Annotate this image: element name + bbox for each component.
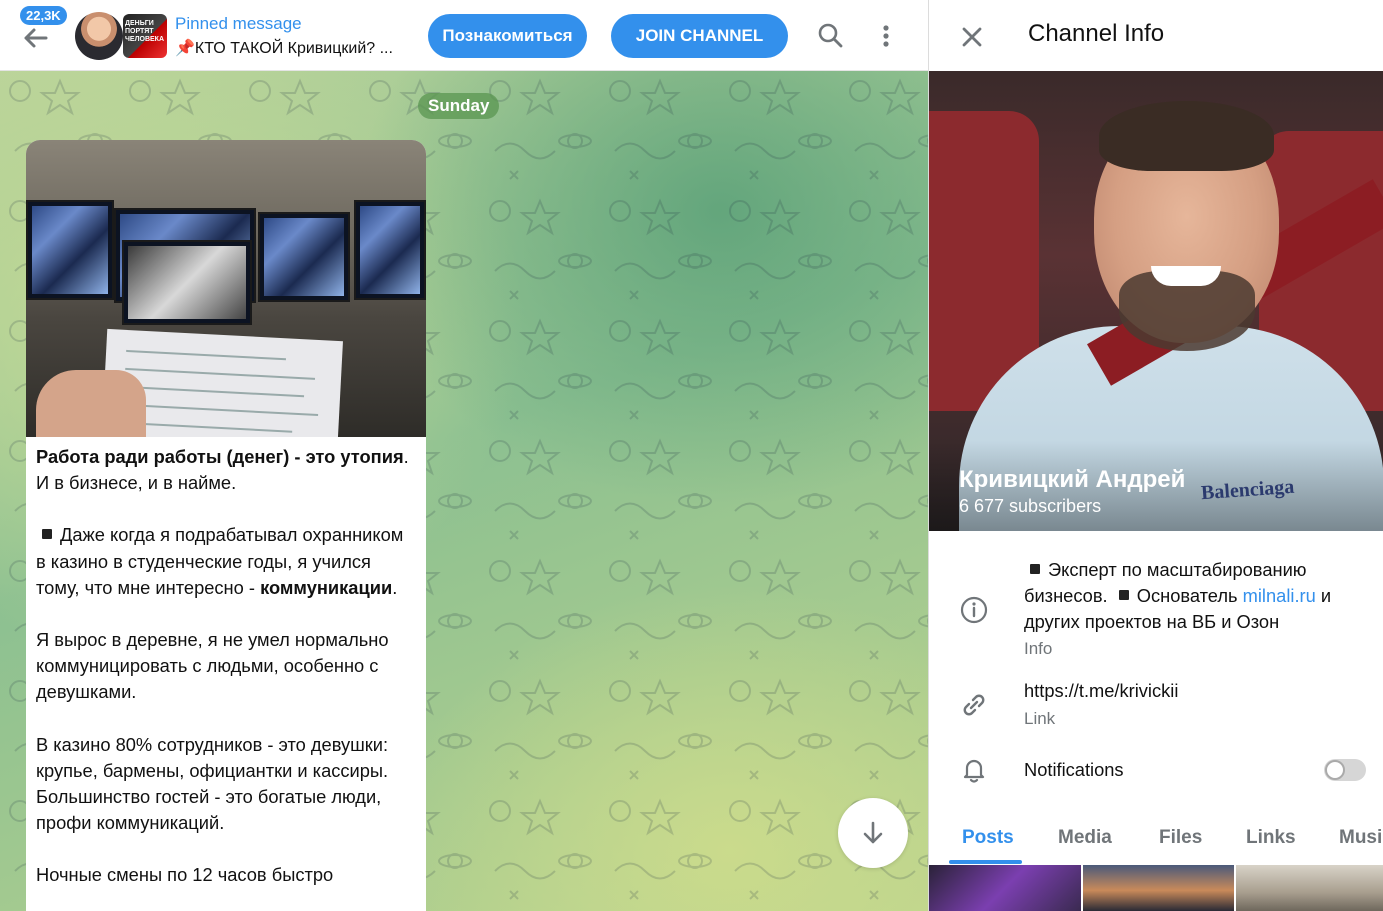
date-separator: Sunday: [418, 93, 500, 119]
chat-header: 22,3K ДЕНЬГИ ПОРТЯТ ЧЕЛОВЕКА Pinned mess…: [0, 0, 928, 71]
chat-area: 22,3K ДЕНЬГИ ПОРТЯТ ЧЕЛОВЕКА Pinned mess…: [0, 0, 928, 911]
post-thumbnail[interactable]: [1236, 865, 1383, 911]
scroll-to-bottom-button[interactable]: [838, 798, 908, 868]
notifications-row[interactable]: Notifications: [929, 752, 1383, 792]
post-paragraph: В казино 80% сотрудников - это девушки: …: [36, 733, 389, 834]
post-thumbnails: [929, 865, 1383, 911]
channel-link[interactable]: https://t.me/krivickii: [1024, 678, 1369, 704]
description-line: Основатель: [1136, 585, 1243, 606]
active-tab-indicator: [949, 860, 1022, 864]
post-text-span: .: [392, 576, 398, 598]
info-row[interactable]: Эксперт по масштабированию бизнесов. Осн…: [929, 555, 1383, 665]
info-icon: [960, 596, 988, 624]
post-text: Работа ради работы (денег) - это утопия.…: [26, 437, 426, 889]
unread-badge: 22,3K: [20, 6, 67, 25]
more-vertical-icon: [883, 25, 889, 47]
black-square-icon: [1030, 564, 1040, 574]
photo-hand: [36, 370, 146, 437]
info-caption: Info: [1024, 639, 1053, 658]
tab-music[interactable]: Music: [1339, 827, 1383, 849]
pinned-title[interactable]: Pinned message: [175, 14, 302, 34]
link-caption: Link: [1024, 709, 1056, 728]
post-paragraph: Работа ради работы (денег) - это утопия.…: [36, 444, 416, 496]
notifications-toggle[interactable]: [1324, 759, 1366, 781]
black-square-icon: [1118, 590, 1129, 600]
media-tabs: Posts Media Files Links Music: [929, 815, 1383, 865]
black-square-icon: [42, 529, 52, 540]
website-link[interactable]: milnali.ru: [1243, 585, 1316, 606]
panel-title: Channel Info: [1028, 20, 1165, 47]
pinned-thumbnail-text: ДЕНЬГИ ПОРТЯТ ЧЕЛОВЕКА: [125, 20, 164, 43]
photo-monitor: [354, 200, 426, 300]
meet-button[interactable]: Познакомиться: [428, 14, 587, 58]
post-paragraph: Даже когда я подрабатывал охранником в к…: [36, 522, 416, 601]
close-button[interactable]: [957, 22, 987, 52]
tab-media[interactable]: Media: [1058, 827, 1112, 849]
post-paragraph: Ночные смены по 12 часов быстро: [36, 864, 334, 886]
link-icon: [963, 694, 985, 716]
post-thumbnail[interactable]: [929, 865, 1081, 911]
post-bold-text: коммуникации: [260, 576, 393, 598]
post-photo[interactable]: [26, 140, 426, 437]
link-row[interactable]: https://t.me/krivickii Link: [929, 676, 1383, 736]
back-arrow-icon: [24, 28, 48, 48]
arrow-down-icon: [863, 821, 883, 844]
channel-name: Кривицкий Андрей: [959, 466, 1186, 493]
pinned-thumbnail[interactable]: ДЕНЬГИ ПОРТЯТ ЧЕЛОВЕКА: [123, 14, 167, 58]
cover-hair: [1099, 101, 1274, 171]
channel-avatar[interactable]: [75, 12, 123, 60]
close-icon: [962, 27, 982, 47]
notifications-label: Notifications: [1024, 759, 1124, 780]
cover-smile: [1151, 266, 1221, 286]
search-icon: [818, 23, 843, 48]
post-thumbnail[interactable]: [1083, 865, 1234, 911]
join-channel-button[interactable]: JOIN CHANNEL: [611, 14, 788, 58]
photo-monitor: [258, 212, 350, 302]
tab-links[interactable]: Links: [1246, 827, 1296, 849]
panel-header: Channel Info: [929, 0, 1383, 71]
tab-files[interactable]: Files: [1159, 827, 1202, 849]
post-bold-text: Работа ради работы (денег) - это утопия: [36, 446, 404, 467]
search-button[interactable]: [815, 20, 847, 52]
more-button[interactable]: [870, 20, 902, 52]
channel-info-panel: Channel Info Balenciaga Кривицкий Андрей…: [928, 0, 1383, 911]
subscriber-count: 6 677 subscribers: [959, 496, 1102, 516]
channel-cover-photo[interactable]: Balenciaga Кривицкий Андрей 6 677 subscr…: [929, 71, 1383, 531]
channel-post[interactable]: Работа ради работы (денег) - это утопия.…: [26, 140, 426, 911]
back-button[interactable]: [18, 20, 54, 56]
bell-icon: [963, 759, 985, 783]
pinned-text[interactable]: 📌КТО ТАКОЙ Кривицкий? ...: [175, 38, 415, 58]
photo-monitor: [26, 200, 114, 300]
tab-posts[interactable]: Posts: [962, 827, 1014, 849]
channel-description: Эксперт по масштабированию бизнесов. Осн…: [1024, 557, 1369, 635]
photo-monitor: [122, 240, 252, 325]
post-paragraph: Я вырос в деревне, я не умел нормально к…: [36, 629, 389, 703]
